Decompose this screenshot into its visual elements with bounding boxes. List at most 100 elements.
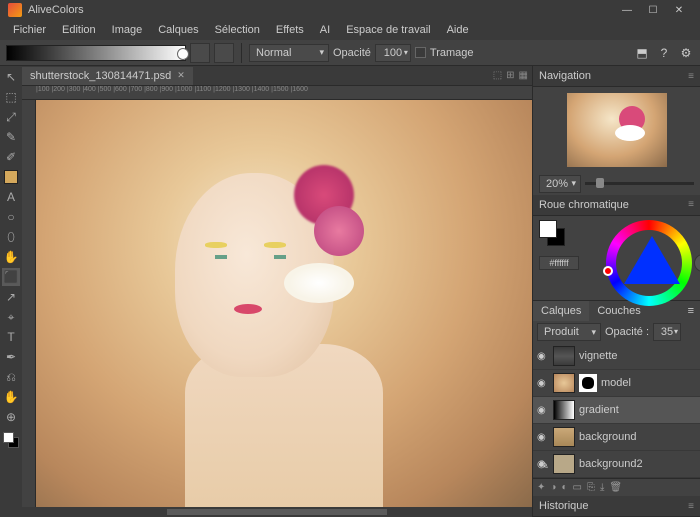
menu-aide[interactable]: Aide <box>440 21 476 39</box>
color-swatch-pair[interactable] <box>3 432 19 448</box>
tool-pen[interactable]: ✒ <box>2 348 20 366</box>
gradient-preview[interactable] <box>6 45 186 61</box>
document-tabs: shutterstock_130814471.psd ✕ ⬚ ⊞ ▦ <box>22 66 532 86</box>
layer-buttons: ✦ ◑ ◐ ▭ ⎘ ⤓ 🗑 <box>533 478 700 496</box>
tool-clone[interactable]: ↗ <box>2 288 20 306</box>
layer-thumbnail[interactable] <box>553 427 575 447</box>
layer-opacity-field[interactable]: 35 <box>653 323 681 341</box>
navigation-thumbnail[interactable] <box>567 93 667 167</box>
layers-tabs: Calques Couches ≡ <box>533 300 700 321</box>
canvas-area: shutterstock_130814471.psd ✕ ⬚ ⊞ ▦ |100 … <box>22 66 532 517</box>
hex-field[interactable]: #ffffff <box>539 256 579 270</box>
tab-close-icon[interactable]: ✕ <box>177 70 185 81</box>
menu-selection[interactable]: Sélection <box>208 21 267 39</box>
ruler-vertical <box>22 100 36 507</box>
menu-image[interactable]: Image <box>105 21 150 39</box>
blend-mode-select[interactable]: Normal <box>249 44 329 62</box>
zoom-select[interactable]: 20% <box>539 175 581 193</box>
layer-mask-icon[interactable] <box>579 374 597 392</box>
layer-add-icon[interactable]: ✦ <box>537 482 545 493</box>
right-panels: Navigation≡ 20% Roue chromatique≡ #fffff… <box>532 66 700 517</box>
dither-checkbox[interactable] <box>415 47 426 58</box>
opacity-field[interactable]: 100 <box>375 44 411 62</box>
tool-gradient[interactable]: ⬛ <box>2 268 20 286</box>
maximize-button[interactable]: ☐ <box>640 1 666 19</box>
color-swatch-main[interactable] <box>539 220 565 246</box>
options-toolbar: Normal Opacité 100 Tramage ⬒ ? ⚙ <box>0 40 700 66</box>
minimize-button[interactable]: — <box>614 1 640 19</box>
tool-move[interactable]: ↖ <box>2 68 20 86</box>
layer-group-icon[interactable]: ▭ <box>572 482 581 493</box>
app-title: AliveColors <box>28 4 614 16</box>
layer-row[interactable]: ◉ background2 <box>533 451 700 478</box>
tool-ellipse[interactable]: ⬯ <box>2 228 20 246</box>
menu-espace[interactable]: Espace de travail <box>339 21 437 39</box>
document-tab[interactable]: shutterstock_130814471.psd ✕ <box>22 67 193 85</box>
color-wheel[interactable] <box>606 220 692 306</box>
layer-row[interactable]: ◉ vignette <box>533 343 700 370</box>
layer-blend-select[interactable]: Produit <box>537 323 601 341</box>
layer-name: model <box>601 377 631 389</box>
layer-row[interactable]: ◉ gradient <box>533 397 700 424</box>
tool-palette: ↖ ⬚ ⤢ ✎ ✐ A ○ ⬯ ✋ ⬛ ↗ ⌖ T ✒ ⎌ ✋ ⊕ <box>0 66 22 517</box>
tool-crop[interactable]: ⤢ <box>2 108 20 126</box>
tool-pencil[interactable]: ✐ <box>2 148 20 166</box>
tab-option-icon[interactable]: ⊞ <box>506 70 514 81</box>
layer-name: background <box>579 431 637 443</box>
menu-effets[interactable]: Effets <box>269 21 311 39</box>
menu-calques[interactable]: Calques <box>151 21 205 39</box>
swatch-orange[interactable] <box>4 170 18 184</box>
tool-brush[interactable]: ✎ <box>2 128 20 146</box>
visibility-icon[interactable]: ◉ <box>537 432 549 443</box>
tool-target[interactable]: ⌖ <box>2 308 20 326</box>
tab-label: shutterstock_130814471.psd <box>30 70 171 82</box>
visibility-icon[interactable]: ◉ <box>537 351 549 362</box>
menu-edition[interactable]: Edition <box>55 21 103 39</box>
layer-name: background2 <box>579 458 643 470</box>
tab-calques[interactable]: Calques <box>533 301 589 321</box>
layer-delete-icon[interactable]: 🗑 <box>609 482 622 493</box>
visibility-icon[interactable]: ◉ <box>537 405 549 416</box>
layer-row[interactable]: ◉ background <box>533 424 700 451</box>
tool-marquee[interactable]: ⬚ <box>2 88 20 106</box>
layer-mask-icon[interactable]: ◐ <box>561 482 567 493</box>
panel-navigation-header[interactable]: Navigation≡ <box>533 66 700 87</box>
gradient-reverse-button[interactable] <box>214 43 234 63</box>
layer-thumbnail[interactable] <box>553 454 575 474</box>
tool-smudge[interactable]: ✋ <box>2 248 20 266</box>
gradient-type-button[interactable] <box>190 43 210 63</box>
layer-thumbnail[interactable] <box>553 373 575 393</box>
layer-opacity-label: Opacité : <box>605 326 649 338</box>
dither-label: Tramage <box>430 47 474 59</box>
visibility-icon[interactable]: ◉ <box>537 378 549 389</box>
tool-shape[interactable]: ○ <box>2 208 20 226</box>
eyedropper-icon[interactable]: ✎ <box>539 458 549 472</box>
opacity-label: Opacité <box>333 47 371 59</box>
layer-thumbnail[interactable] <box>553 346 575 366</box>
tab-option-icon[interactable]: ⬚ <box>493 70 502 81</box>
scrollbar-horizontal[interactable] <box>22 507 532 517</box>
menu-fichier[interactable]: Fichier <box>6 21 53 39</box>
panel-history-header[interactable]: Historique≡ <box>533 496 700 517</box>
layer-row[interactable]: ◉ model <box>533 370 700 397</box>
tool-hand[interactable]: ✋ <box>2 388 20 406</box>
canvas-image[interactable] <box>36 100 532 507</box>
tool-type[interactable]: T <box>2 328 20 346</box>
close-button[interactable]: ✕ <box>666 1 692 19</box>
zoom-slider[interactable] <box>585 182 694 185</box>
panel-color-header[interactable]: Roue chromatique≡ <box>533 195 700 216</box>
layer-fx-icon[interactable]: ◑ <box>550 482 556 493</box>
tool-eraser[interactable]: ⎌ <box>2 368 20 386</box>
menu-ai[interactable]: AI <box>313 21 337 39</box>
ruler-horizontal: |100 |200 |300 |400 |500 |600 |700 |800 … <box>22 86 532 100</box>
tool-zoom[interactable]: ⊕ <box>2 408 20 426</box>
layer-link-icon[interactable]: ⎘ <box>587 482 595 493</box>
notify-icon[interactable]: ⬒ <box>634 45 650 61</box>
help-icon[interactable]: ? <box>656 45 672 61</box>
settings-icon[interactable]: ⚙ <box>678 45 694 61</box>
app-logo-icon <box>8 3 22 17</box>
layer-thumbnail[interactable] <box>553 400 575 420</box>
tab-option-icon[interactable]: ▦ <box>519 70 528 81</box>
tool-text-path[interactable]: A <box>2 188 20 206</box>
layer-lock-icon[interactable]: ⤓ <box>600 482 604 493</box>
